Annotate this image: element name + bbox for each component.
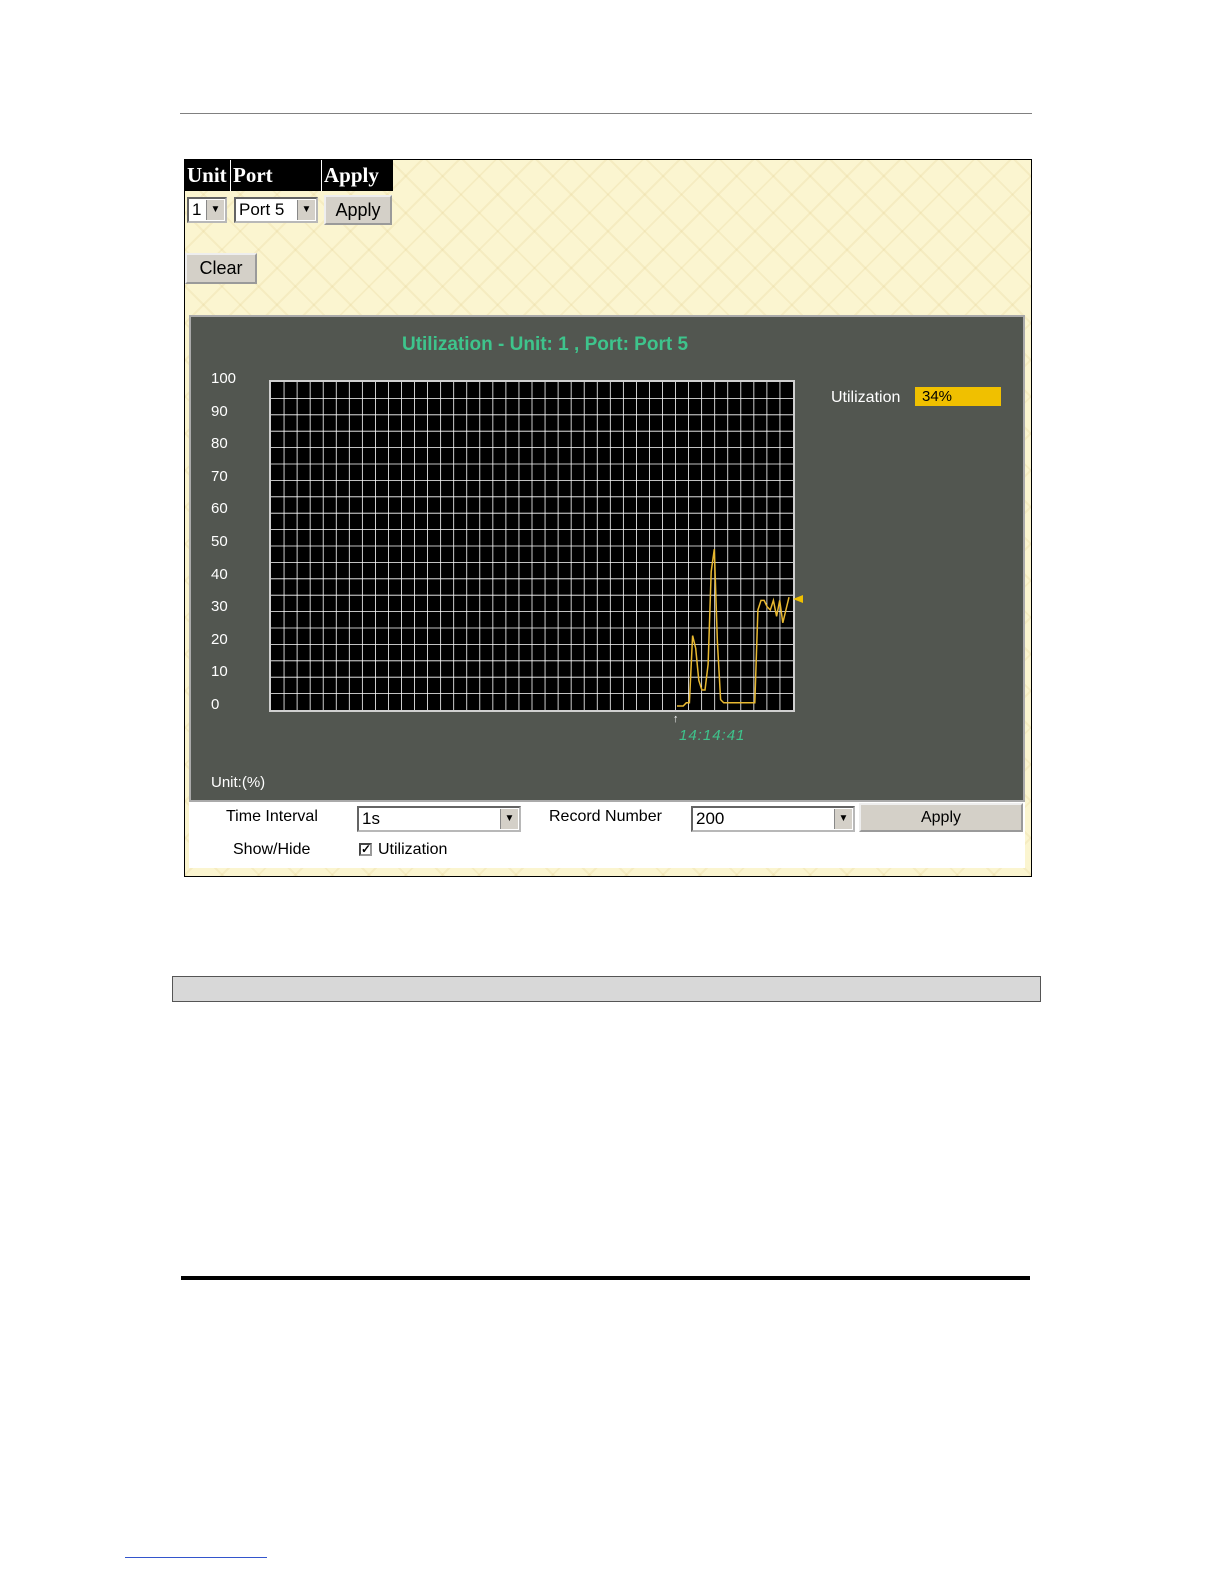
unit-select[interactable]: 1 ▼ [187, 197, 227, 223]
apply-header: Apply [322, 160, 393, 191]
current-value-marker [793, 595, 803, 603]
y-tick-label: 10 [211, 663, 228, 681]
unit-header: Unit [185, 160, 230, 191]
y-tick-label: 50 [211, 533, 228, 550]
time-interval-value: 1s [362, 809, 380, 828]
page-top-rule [180, 113, 1032, 114]
y-tick-label: 80 [211, 435, 228, 453]
chevron-down-icon[interactable]: ▼ [500, 809, 518, 829]
chevron-down-icon[interactable]: ▼ [297, 200, 315, 220]
arrow-up-icon: ↑ [673, 713, 679, 725]
record-number-select[interactable]: 200 ▼ [691, 806, 855, 832]
show-hide-label: Show/Hide [233, 841, 311, 858]
utilization-series-line [677, 549, 790, 707]
time-interval-select[interactable]: 1s ▼ [357, 806, 521, 832]
legend-label: Utilization [831, 389, 901, 406]
unit-select-value: 1 [192, 200, 202, 219]
port-select[interactable]: Port 5 ▼ [234, 197, 318, 223]
current-value-marker-triangle [793, 595, 803, 603]
y-tick-label: 70 [211, 467, 228, 485]
graph-controls: Time Interval 1s ▼ Record Number 200 ▼ A… [189, 802, 1025, 868]
utilization-checkbox[interactable]: ✓ [359, 843, 372, 856]
y-tick-label: 0 [211, 696, 220, 713]
y-tick-label: 30 [211, 598, 228, 616]
y-tick-label: 60 [211, 500, 228, 518]
time-axis-label: 14:14:41 [679, 727, 746, 744]
chevron-down-icon[interactable]: ▼ [834, 809, 852, 829]
y-tick-label: 100 [211, 370, 237, 387]
record-number-label: Record Number [549, 808, 662, 825]
port-header: Port [231, 160, 321, 191]
unit-label: Unit:(%) [211, 774, 266, 791]
time-interval-label: Time Interval [226, 808, 318, 825]
record-number-value: 200 [696, 809, 725, 828]
footer-link-underline [125, 1557, 267, 1558]
utilization-window: Unit Port Apply 1 ▼ Port 5 ▼ Apply Clear… [184, 159, 1032, 877]
clear-button[interactable]: Clear [185, 253, 257, 284]
y-tick-label: 40 [211, 565, 228, 583]
utilization-checkbox-label: Utilization [378, 841, 448, 858]
legend-value: 34% [915, 387, 1001, 406]
page-bottom-rule [181, 1276, 1030, 1280]
y-tick-label: 90 [211, 402, 228, 420]
plot-area [269, 380, 795, 712]
section-bar [172, 976, 1041, 1002]
y-tick-label: 20 [211, 630, 228, 648]
apply-button[interactable]: Apply [324, 195, 392, 225]
chart-title: Utilization - Unit: 1 , Port: Port 5 [401, 334, 689, 355]
chevron-down-icon[interactable]: ▼ [206, 200, 224, 220]
port-select-value: Port 5 [239, 200, 285, 219]
utilization-graph-panel: Utilization - Unit: 1 , Port: Port 5 100… [189, 315, 1025, 802]
graph-apply-button[interactable]: Apply [859, 803, 1023, 832]
utilization-line-chart [271, 382, 793, 710]
